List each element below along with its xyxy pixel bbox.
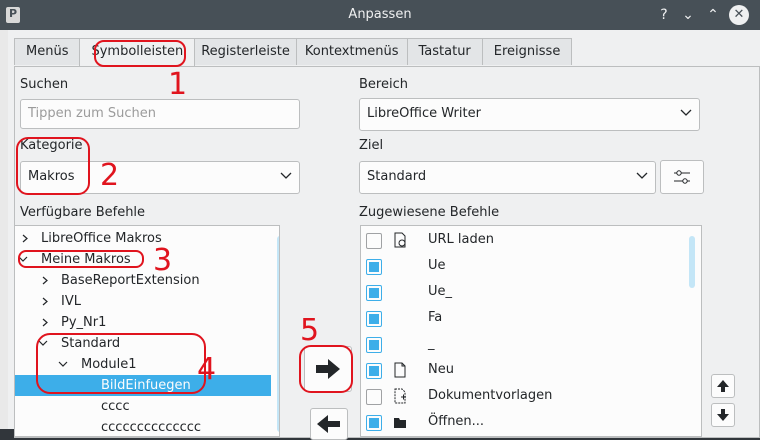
list-item[interactable]: Neu	[361, 358, 691, 384]
tree-item-label: Py_Nr1	[61, 315, 107, 330]
background-window-strip	[0, 30, 8, 429]
tab-keyboard[interactable]: Tastatur	[406, 38, 483, 65]
target-label: Ziel	[359, 138, 384, 153]
title-bar: Anpassen ? ⌄ ⌃ ✕	[0, 0, 760, 30]
checkbox[interactable]	[366, 363, 382, 379]
scope-value: LibreOffice Writer	[367, 106, 481, 121]
tree-item[interactable]: BaseReportExtension	[15, 270, 271, 291]
folder-icon	[394, 418, 406, 428]
move-down-button[interactable]	[711, 403, 735, 427]
list-item-label: URL laden	[428, 232, 494, 247]
checkbox[interactable]	[366, 259, 382, 275]
chevron-right-icon	[42, 297, 48, 306]
tree-item[interactable]: cccccccccccccc	[15, 417, 271, 436]
target-value: Standard	[367, 169, 427, 184]
checkbox[interactable]	[366, 233, 382, 249]
tree-item-label: IVL	[61, 294, 81, 309]
list-item-label: Dokumentvorlagen	[428, 388, 553, 403]
chevron-down-icon	[680, 109, 692, 116]
arrow-up-icon	[717, 380, 729, 392]
chevron-right-icon	[42, 318, 48, 327]
assigned-commands-label: Zugewiesene Befehle	[359, 205, 500, 220]
scope-label: Bereich	[359, 77, 408, 92]
list-item[interactable]: Dokumentvorlagen	[361, 384, 691, 410]
list-item-label: Fa	[428, 310, 443, 325]
checkbox[interactable]	[366, 337, 382, 353]
tab-context-menus[interactable]: Kontextmenüs	[295, 38, 408, 65]
checkbox[interactable]	[366, 311, 382, 327]
tab-menus[interactable]: Menüs	[14, 38, 81, 65]
list-item[interactable]: URL laden	[361, 228, 691, 254]
tree-scrollbar[interactable]	[277, 236, 279, 432]
list-item[interactable]: Ue	[361, 254, 691, 280]
chevron-right-icon	[42, 276, 48, 285]
search-label: Suchen	[20, 77, 69, 92]
tree-item-label: LibreOffice Makros	[41, 231, 162, 246]
minimize-icon[interactable]: ⌄	[678, 5, 698, 25]
tab-notebookbar[interactable]: Registerleiste	[194, 38, 297, 65]
annotation-oval	[16, 137, 90, 195]
list-item[interactable]: Öffnen...	[361, 410, 691, 436]
toolbar-options-button[interactable]	[660, 160, 704, 194]
annotation-number: 3	[153, 243, 173, 278]
tree-item[interactable]: Py_Nr1	[15, 312, 271, 333]
scope-select[interactable]: LibreOffice Writer	[359, 98, 700, 131]
annotation-oval	[94, 40, 186, 67]
document-icon	[394, 362, 406, 378]
arrow-down-icon	[717, 409, 729, 421]
target-select[interactable]: Standard	[359, 161, 656, 194]
annotation-number: 5	[300, 313, 320, 348]
annotation-number: 1	[168, 67, 188, 102]
chevron-down-icon	[280, 172, 292, 179]
tree-item[interactable]: LibreOffice Makros	[15, 228, 271, 249]
chevron-right-icon	[22, 234, 28, 243]
list-item[interactable]: _	[361, 332, 691, 358]
tree-item[interactable]: IVL	[15, 291, 271, 312]
chevron-down-icon	[636, 172, 648, 179]
list-scrollbar[interactable]	[689, 236, 695, 288]
search-placeholder: Tippen zum Suchen	[28, 106, 157, 121]
settings-sliders-icon	[674, 170, 690, 184]
list-item-label: _	[428, 336, 435, 351]
tab-events[interactable]: Ereignisse	[481, 38, 573, 65]
remove-command-button[interactable]	[310, 408, 348, 440]
move-up-button[interactable]	[711, 374, 735, 398]
available-commands-label: Verfügbare Befehle	[20, 205, 146, 220]
tree-item-label: BaseReportExtension	[61, 273, 200, 288]
window-title: Anpassen	[348, 7, 412, 22]
list-item-label: Öffnen...	[428, 414, 485, 429]
annotation-oval	[299, 345, 353, 393]
annotation-number: 4	[197, 352, 217, 387]
tree-item-label: cccccccccccccc	[101, 420, 202, 435]
search-input[interactable]: Tippen zum Suchen	[20, 99, 300, 129]
list-item-label: Neu	[428, 362, 454, 377]
template-icon	[394, 388, 406, 404]
checkbox[interactable]	[366, 285, 382, 301]
tree-item-label: cccc	[101, 399, 130, 414]
maximize-icon[interactable]: ⌃	[703, 5, 723, 25]
list-item[interactable]: Ue_	[361, 280, 691, 306]
url-icon	[394, 232, 406, 248]
list-item[interactable]: Fa	[361, 306, 691, 332]
assigned-commands-list[interactable]: URL laden Ue Ue_ Fa _ Neu Dokumentvorlag…	[360, 225, 702, 437]
help-icon[interactable]: ?	[654, 5, 674, 25]
list-item-label: Ue	[428, 258, 446, 273]
annotation-oval	[36, 333, 206, 394]
checkbox[interactable]	[366, 389, 382, 405]
list-item-label: Ue_	[428, 284, 453, 299]
annotation-oval	[18, 250, 144, 268]
arrow-left-icon	[317, 415, 340, 433]
annotation-number: 2	[100, 158, 120, 193]
close-icon[interactable]: ✕	[729, 5, 749, 25]
tree-item[interactable]: cccc	[15, 396, 271, 417]
